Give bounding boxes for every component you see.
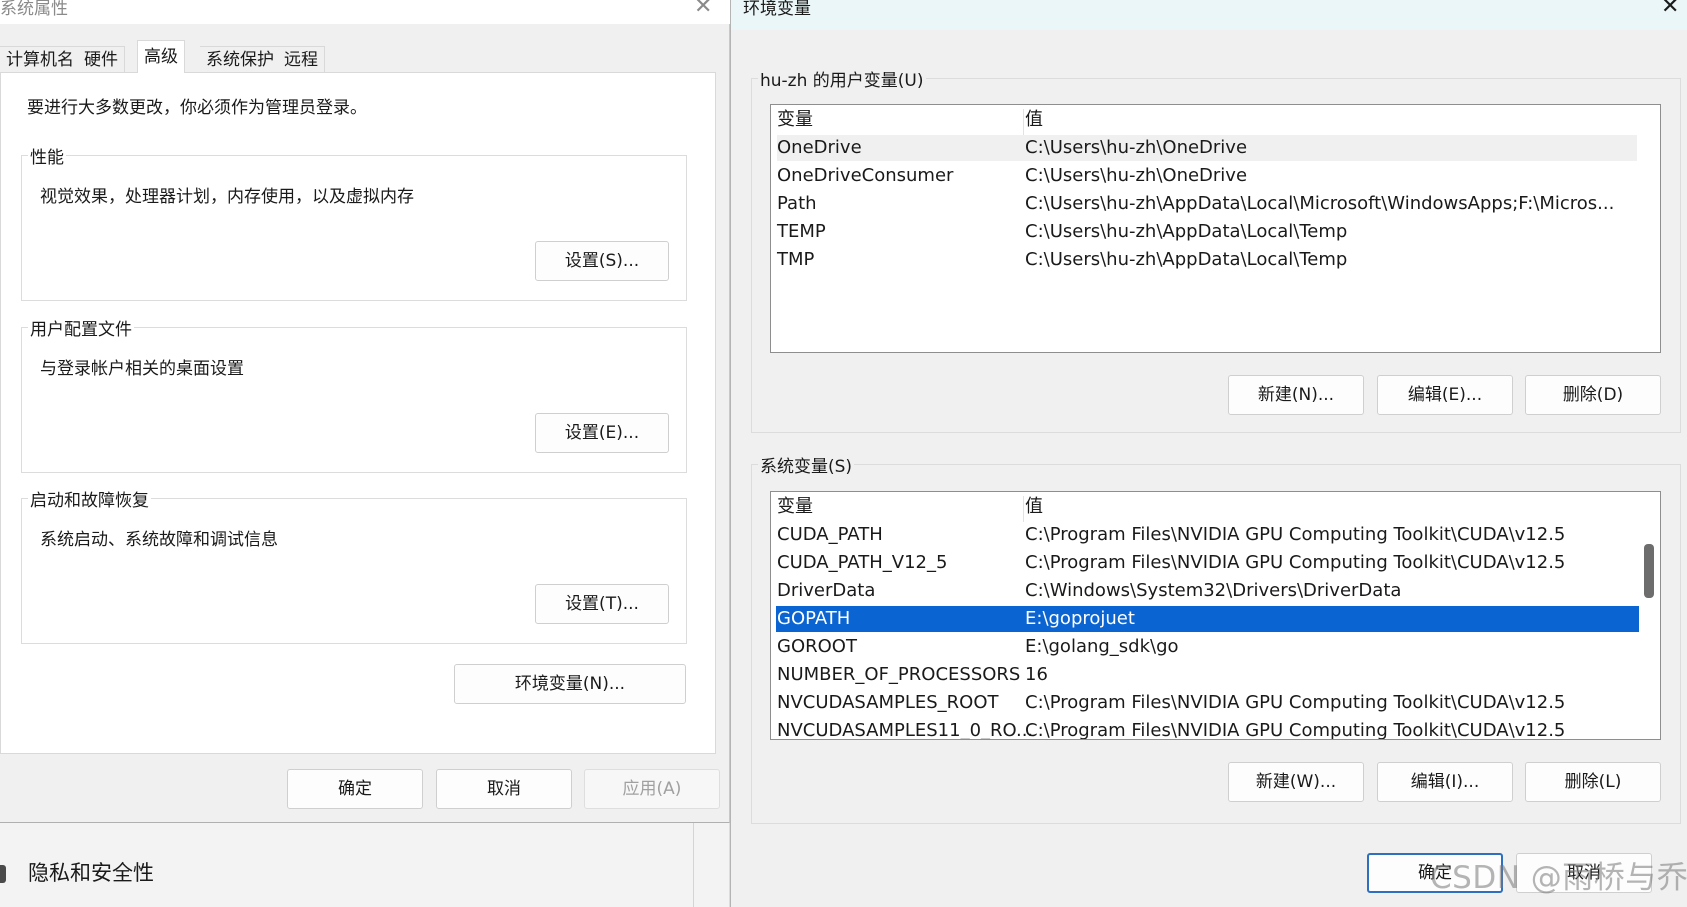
table-row[interactable]: GOROOT E:\golang_sdk\go (777, 634, 1637, 660)
envvars-title: 环境变量 (743, 0, 811, 19)
user-variables-list[interactable]: 变量 值 OneDrive C:\Users\hu-zh\OneDrive On… (770, 104, 1661, 353)
startup-recovery-settings-button[interactable]: 设置(T)... (535, 584, 669, 624)
user-list-header: 变量 值 (777, 107, 1637, 135)
variable-value: C:\Users\hu-zh\AppData\Local\Temp (1025, 249, 1348, 270)
user-header-value[interactable]: 值 (1025, 107, 1043, 133)
shield-icon (0, 865, 6, 883)
environment-variables-dialog: 环境变量 ✕ hu-zh 的用户变量(U) 变量 值 OneDrive C:\U… (730, 0, 1687, 907)
background-divider (693, 823, 694, 907)
privacy-security-label[interactable]: 隐私和安全性 (28, 857, 154, 887)
system-variables-legend: 系统变量(S) (758, 452, 855, 477)
system-edit-button[interactable]: 编辑(I)... (1377, 762, 1513, 802)
user-profiles-group: 用户配置文件 与登录帐户相关的桌面设置 设置(E)... (21, 315, 687, 473)
table-row[interactable]: OneDriveConsumer C:\Users\hu-zh\OneDrive (777, 163, 1637, 189)
table-row[interactable]: CUDA_PATH_V12_5 C:\Program Files\NVIDIA … (777, 550, 1637, 576)
user-header-separator[interactable] (1023, 109, 1024, 135)
user-profiles-legend: 用户配置文件 (28, 315, 134, 340)
variable-name: NVCUDASAMPLES_ROOT (777, 692, 999, 713)
system-list-scrollbar[interactable] (1640, 492, 1660, 739)
table-row[interactable]: NVCUDASAMPLES_ROOT C:\Program Files\NVID… (777, 690, 1637, 716)
user-edit-button[interactable]: 编辑(E)... (1377, 375, 1513, 415)
performance-group: 性能 视觉效果，处理器计划，内存使用，以及虚拟内存 设置(S)... (21, 143, 687, 301)
variable-value: C:\Program Files\NVIDIA GPU Computing To… (1025, 524, 1566, 545)
table-row[interactable]: TEMP C:\Users\hu-zh\AppData\Local\Temp (777, 219, 1637, 245)
user-profiles-settings-button[interactable]: 设置(E)... (535, 413, 669, 453)
variable-value: C:\Program Files\NVIDIA GPU Computing To… (1025, 692, 1566, 713)
tab-system-protection[interactable]: 系统保护 (200, 46, 281, 72)
variable-value: 16 (1025, 664, 1048, 685)
sysprops-close-icon[interactable]: ✕ (694, 0, 712, 20)
tab-advanced[interactable]: 高级 (137, 40, 185, 73)
system-header-separator[interactable] (1023, 496, 1024, 522)
system-list-header: 变量 值 (777, 494, 1637, 522)
csdn-watermark: CSDN @雨桥与乔 (1430, 860, 1687, 896)
table-row[interactable]: CUDA_PATH C:\Program Files\NVIDIA GPU Co… (777, 522, 1637, 548)
variable-value: C:\Users\hu-zh\AppData\Local\Microsoft\W… (1025, 193, 1615, 214)
sysprops-tabs: 计算机名 硬件 高级 系统保护 远程 (0, 40, 730, 73)
table-row[interactable]: NUMBER_OF_PROCESSORS 16 (777, 662, 1637, 688)
user-header-name[interactable]: 变量 (777, 107, 813, 133)
system-variables-list[interactable]: 变量 值 CUDA_PATH C:\Program Files\NVIDIA G… (770, 491, 1661, 740)
sysprops-title: 系统属性 (0, 0, 68, 19)
variable-name: CUDA_PATH (777, 524, 883, 545)
performance-settings-button[interactable]: 设置(S)... (535, 241, 669, 281)
variable-value: E:\golang_sdk\go (1025, 636, 1179, 657)
variable-name: Path (777, 193, 817, 214)
table-row[interactable]: OneDrive C:\Users\hu-zh\OneDrive (777, 135, 1637, 161)
variable-value: C:\Windows\System32\Drivers\DriverData (1025, 580, 1402, 601)
table-row[interactable]: DriverData C:\Windows\System32\Drivers\D… (777, 578, 1637, 604)
variable-name: OneDriveConsumer (777, 165, 954, 186)
table-row[interactable]: NVCUDASAMPLES11_0_RO... C:\Program Files… (777, 718, 1637, 740)
advanced-tab-panel: 要进行大多数更改，你必须作为管理员登录。 性能 视觉效果，处理器计划，内存使用，… (0, 72, 716, 754)
variable-value: C:\Program Files\NVIDIA GPU Computing To… (1025, 720, 1566, 740)
variable-name: TMP (777, 249, 815, 270)
system-delete-button[interactable]: 删除(L) (1525, 762, 1661, 802)
scrollbar-thumb[interactable] (1644, 544, 1654, 598)
variable-name: CUDA_PATH_V12_5 (777, 552, 948, 573)
startup-recovery-legend: 启动和故障恢复 (28, 486, 151, 511)
user-profiles-description: 与登录帐户相关的桌面设置 (40, 359, 244, 379)
startup-recovery-description: 系统启动、系统故障和调试信息 (40, 530, 278, 550)
sysprops-titlebar[interactable]: 系统属性 ✕ (0, 0, 730, 24)
user-new-button[interactable]: 新建(N)... (1228, 375, 1364, 415)
tab-remote[interactable]: 远程 (278, 46, 325, 72)
envvars-close-icon[interactable]: ✕ (1661, 0, 1679, 20)
system-new-button[interactable]: 新建(W)... (1228, 762, 1364, 802)
settings-background: 隐私和安全性 (0, 823, 730, 907)
performance-description: 视觉效果，处理器计划，内存使用，以及虚拟内存 (40, 187, 414, 207)
variable-name: DriverData (777, 580, 876, 601)
variable-value: C:\Users\hu-zh\OneDrive (1025, 165, 1248, 186)
table-row-selected[interactable]: GOPATH E:\goprojuet (776, 606, 1639, 632)
table-row[interactable]: TMP C:\Users\hu-zh\AppData\Local\Temp (777, 247, 1637, 273)
variable-name: TEMP (777, 221, 826, 242)
variable-name: GOPATH (777, 608, 851, 629)
envvars-titlebar[interactable]: 环境变量 ✕ (731, 0, 1687, 30)
table-row[interactable]: Path C:\Users\hu-zh\AppData\Local\Micros… (777, 191, 1637, 217)
sysprops-ok-button[interactable]: 确定 (287, 769, 423, 809)
startup-recovery-group: 启动和故障恢复 系统启动、系统故障和调试信息 设置(T)... (21, 486, 687, 644)
sysprops-cancel-button[interactable]: 取消 (436, 769, 572, 809)
system-properties-dialog: 系统属性 ✕ 计算机名 硬件 高级 系统保护 远程 要进行大多数更改，你必须作为… (0, 0, 730, 823)
user-delete-button[interactable]: 删除(D) (1525, 375, 1661, 415)
variable-name: OneDrive (777, 137, 862, 158)
system-header-name[interactable]: 变量 (777, 494, 813, 520)
tab-hardware[interactable]: 硬件 (78, 46, 125, 72)
tab-computer-name[interactable]: 计算机名 (0, 46, 81, 72)
variable-name: NVCUDASAMPLES11_0_RO... (777, 720, 1034, 740)
admin-note: 要进行大多数更改，你必须作为管理员登录。 (27, 98, 367, 118)
system-header-value[interactable]: 值 (1025, 494, 1043, 520)
sysprops-apply-button[interactable]: 应用(A) (584, 769, 720, 809)
variable-name: GOROOT (777, 636, 857, 657)
variable-value: C:\Program Files\NVIDIA GPU Computing To… (1025, 552, 1566, 573)
user-variables-legend: hu-zh 的用户变量(U) (758, 66, 926, 91)
variable-value: E:\goprojuet (1025, 608, 1135, 629)
performance-legend: 性能 (28, 143, 66, 168)
variable-name: NUMBER_OF_PROCESSORS (777, 664, 1021, 685)
environment-variables-button[interactable]: 环境变量(N)... (454, 664, 686, 704)
variable-value: C:\Users\hu-zh\OneDrive (1025, 137, 1248, 158)
variable-value: C:\Users\hu-zh\AppData\Local\Temp (1025, 221, 1348, 242)
